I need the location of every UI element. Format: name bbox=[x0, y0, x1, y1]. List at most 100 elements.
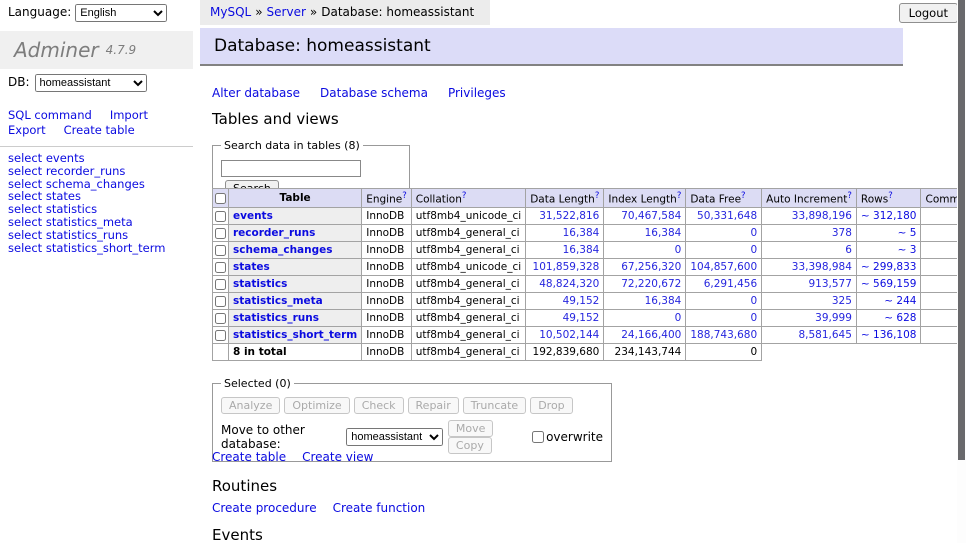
row-checkbox[interactable] bbox=[215, 211, 226, 222]
column-help-link[interactable]: ? bbox=[741, 191, 746, 201]
data-free-cell: 0 bbox=[686, 225, 762, 242]
select-all-checkbox[interactable] bbox=[215, 193, 226, 204]
sidebar-select-link[interactable]: select recorder_runs bbox=[8, 165, 165, 178]
db-select[interactable]: homeassistant bbox=[35, 74, 147, 92]
create-table-link[interactable]: Create table bbox=[212, 450, 286, 464]
move-row: Move to other database:homeassistant Mov… bbox=[221, 420, 603, 454]
breadcrumb-separator: » bbox=[255, 5, 262, 19]
column-header-auto-increment: Auto Increment? bbox=[762, 189, 857, 208]
vertical-scrollbar[interactable] bbox=[957, 0, 966, 543]
auto-increment-cell: 39,999 bbox=[762, 310, 857, 327]
copy-button[interactable]: Copy bbox=[448, 437, 492, 454]
sidebar-select-link[interactable]: select statistics_runs bbox=[8, 229, 165, 242]
table-link[interactable]: statistics bbox=[233, 278, 287, 290]
column-help-link[interactable]: ? bbox=[847, 191, 852, 201]
create-table-sidebar-link[interactable]: Create table bbox=[64, 123, 135, 137]
routines-section-title: Routines bbox=[212, 477, 277, 495]
total-label: 8 in total bbox=[229, 344, 362, 361]
language-label: Language: bbox=[8, 5, 71, 19]
column-help-link[interactable]: ? bbox=[402, 191, 407, 201]
table-row: statistics_runsInnoDButf8mb4_general_ci4… bbox=[213, 310, 966, 327]
total-data-free: 0 bbox=[686, 344, 762, 361]
engine-cell: InnoDB bbox=[362, 293, 412, 310]
table-link[interactable]: states bbox=[233, 261, 270, 273]
data-free-cell: 188,743,680 bbox=[686, 327, 762, 344]
rows-count-link[interactable]: ~ 569,159 bbox=[861, 278, 917, 290]
rows-count-link[interactable]: ~ 299,833 bbox=[861, 261, 917, 273]
table-row: statistics_short_termInnoDButf8mb4_gener… bbox=[213, 327, 966, 344]
index-length-cell: 16,384 bbox=[604, 225, 686, 242]
table-link[interactable]: recorder_runs bbox=[233, 227, 315, 239]
search-input[interactable] bbox=[221, 160, 361, 177]
rows-count-link[interactable]: ~ 3 bbox=[898, 244, 917, 256]
selected-legend: Selected (0) bbox=[221, 377, 294, 390]
column-help-link[interactable]: ? bbox=[595, 191, 600, 201]
column-help-link[interactable]: ? bbox=[888, 191, 893, 201]
breadcrumb-link-mysql[interactable]: MySQL bbox=[210, 5, 251, 19]
table-link[interactable]: statistics_short_term bbox=[233, 329, 357, 341]
data-free-cell: 0 bbox=[686, 310, 762, 327]
analyze-button[interactable]: Analyze bbox=[221, 397, 280, 414]
database-schema-link[interactable]: Database schema bbox=[320, 86, 428, 100]
logout-button[interactable]: Logout bbox=[899, 3, 958, 23]
column-header-index-length: Index Length? bbox=[604, 189, 686, 208]
sidebar-divider bbox=[0, 146, 193, 147]
create-view-link[interactable]: Create view bbox=[302, 450, 373, 464]
collation-cell: utf8mb4_unicode_ci bbox=[411, 208, 525, 225]
check-button[interactable]: Check bbox=[354, 397, 404, 414]
column-help-link[interactable]: ? bbox=[677, 191, 682, 201]
export-link[interactable]: Export bbox=[8, 123, 46, 137]
sidebar-select-link[interactable]: select statistics_meta bbox=[8, 216, 165, 229]
truncate-button[interactable]: Truncate bbox=[463, 397, 526, 414]
row-checkbox[interactable] bbox=[215, 279, 226, 290]
rows-count-link[interactable]: ~ 312,180 bbox=[861, 210, 917, 222]
rows-count-link[interactable]: ~ 628 bbox=[884, 312, 916, 324]
row-checkbox[interactable] bbox=[215, 313, 226, 324]
create-procedure-link[interactable]: Create procedure bbox=[212, 501, 317, 515]
column-header-collation: Collation? bbox=[411, 189, 525, 208]
rows-count-cell: ~ 628 bbox=[856, 310, 921, 327]
row-checkbox[interactable] bbox=[215, 228, 226, 239]
row-checkbox[interactable] bbox=[215, 262, 226, 273]
rows-count-link[interactable]: ~ 244 bbox=[884, 295, 916, 307]
repair-button[interactable]: Repair bbox=[408, 397, 459, 414]
optimize-button[interactable]: Optimize bbox=[284, 397, 349, 414]
sidebar-table-list: select eventsselect recorder_runsselect … bbox=[8, 152, 165, 254]
column-help-link[interactable]: ? bbox=[462, 191, 467, 201]
rows-count-cell: ~ 136,108 bbox=[856, 327, 921, 344]
create-function-link[interactable]: Create function bbox=[333, 501, 426, 515]
auto-increment-cell: 378 bbox=[762, 225, 857, 242]
breadcrumb-link-server[interactable]: Server bbox=[267, 5, 306, 19]
data-length-cell: 10,502,144 bbox=[526, 327, 604, 344]
table-link[interactable]: schema_changes bbox=[233, 244, 333, 256]
privileges-link[interactable]: Privileges bbox=[448, 86, 506, 100]
move-db-select[interactable]: homeassistant bbox=[346, 428, 443, 446]
language-select[interactable]: English bbox=[75, 4, 167, 22]
rows-count-cell: ~ 312,180 bbox=[856, 208, 921, 225]
data-length-cell: 49,152 bbox=[526, 293, 604, 310]
drop-button[interactable]: Drop bbox=[530, 397, 572, 414]
sidebar-select-link[interactable]: select statistics_short_term bbox=[8, 242, 165, 255]
row-checkbox[interactable] bbox=[215, 296, 226, 307]
data-length-cell: 49,152 bbox=[526, 310, 604, 327]
row-checkbox[interactable] bbox=[215, 330, 226, 341]
import-link[interactable]: Import bbox=[110, 108, 148, 122]
alter-database-link[interactable]: Alter database bbox=[212, 86, 300, 100]
rows-count-link[interactable]: ~ 5 bbox=[898, 227, 917, 239]
rows-count-link[interactable]: ~ 136,108 bbox=[861, 329, 917, 341]
events-section-title: Events bbox=[212, 526, 263, 544]
sidebar-select-link[interactable]: select events bbox=[8, 152, 165, 165]
engine-cell: InnoDB bbox=[362, 208, 412, 225]
table-link[interactable]: statistics_meta bbox=[233, 295, 323, 307]
table-link[interactable]: statistics_runs bbox=[233, 312, 319, 324]
db-selector-row: DB:homeassistant bbox=[8, 74, 147, 92]
tables-section-title: Tables and views bbox=[212, 110, 339, 128]
table-link[interactable]: events bbox=[233, 210, 273, 222]
scrollbar-thumb[interactable] bbox=[958, 0, 965, 460]
index-length-cell: 16,384 bbox=[604, 293, 686, 310]
move-button[interactable]: Move bbox=[448, 420, 494, 437]
data-free-cell: 6,291,456 bbox=[686, 276, 762, 293]
sql-command-link[interactable]: SQL command bbox=[8, 108, 92, 122]
overwrite-checkbox[interactable] bbox=[532, 431, 544, 443]
row-checkbox[interactable] bbox=[215, 245, 226, 256]
